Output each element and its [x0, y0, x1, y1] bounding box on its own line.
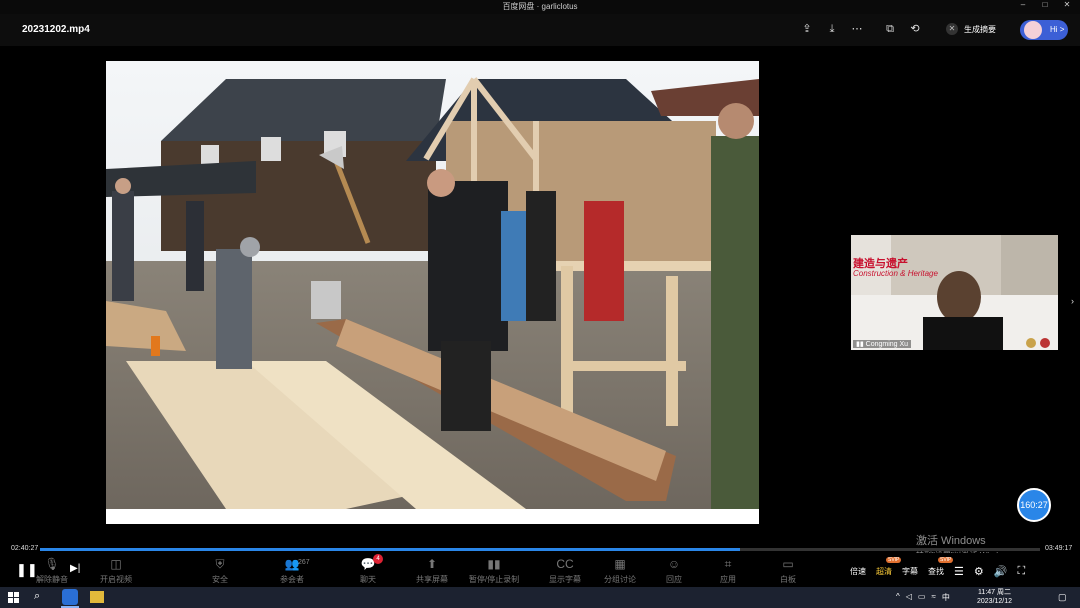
speaker-name: ▮▮ Congming Xu	[853, 340, 912, 348]
player-tool-label: 查找	[928, 567, 944, 576]
more-icon[interactable]: ⋯	[850, 22, 864, 36]
search-icon[interactable]: ⌕	[34, 590, 40, 603]
tool-participants[interactable]: 👥 参会者 267	[264, 557, 320, 585]
tool-breakout[interactable]: ▦ 分组讨论	[592, 557, 648, 585]
player-tool-label: 倍速	[850, 567, 866, 576]
list-icon[interactable]: ☰	[954, 565, 964, 578]
tool-label: 参会者	[280, 575, 304, 584]
tool-label: 回应	[666, 575, 682, 584]
speaker-name-text: Congming Xu	[865, 341, 909, 348]
player-tool-0[interactable]: 倍速	[850, 566, 866, 577]
tool-shield[interactable]: ⛨ 安全	[192, 557, 248, 585]
minimize-icon[interactable]: –	[1018, 0, 1028, 9]
notification-icon[interactable]: ▢	[1058, 592, 1067, 603]
record-icon: ▮▮	[487, 557, 501, 571]
progress-fill	[40, 548, 740, 551]
clock-time: 11:47 周二	[978, 589, 1011, 596]
rotate-icon[interactable]: ⟲	[908, 22, 922, 36]
progress-bar[interactable]	[40, 548, 1040, 551]
tool-chat[interactable]: 💬 聊天 4	[340, 554, 396, 585]
assistant-button[interactable]: Hi >	[1020, 20, 1068, 40]
volume-icon[interactable]: 🔊	[994, 565, 1008, 578]
volume-icon[interactable]: ◁	[906, 592, 912, 603]
tool-label: 共享屏幕	[416, 575, 448, 584]
speaker-tile[interactable]: 建造与遗产 Construction & Heritage ▮▮ Congmin…	[851, 235, 1058, 350]
tool-reactions[interactable]: ☺ 回应	[646, 557, 702, 585]
shield-icon: ⛨	[215, 557, 225, 571]
apps-icon: ⌗	[724, 557, 732, 571]
summary-label: 生成摘要	[964, 24, 996, 34]
chat-icon: 💬	[360, 557, 376, 571]
unread-badge: 4	[373, 554, 383, 564]
player-controls: ❚❚ ▶| 🎙 解除静音 ◫ 开启视频 ⛨ 安全 👥 参会者 267 💬 聊天 4 ⬆ 共享屏幕 ▮▮ 暂停/…	[0, 553, 1080, 587]
ime-language[interactable]: 中	[942, 592, 950, 603]
breakout-icon: ▦	[614, 557, 626, 571]
settings-icon[interactable]: ⚙	[974, 565, 984, 578]
tool-label: 解除静音	[36, 575, 68, 584]
baidu-netdisk-app-icon[interactable]	[62, 589, 78, 605]
tool-label: 白板	[780, 575, 796, 584]
activation-line1: 激活 Windows	[916, 535, 986, 547]
video-off-icon: ◫	[110, 557, 122, 571]
tool-label: 聊天	[360, 575, 376, 584]
close-icon[interactable]: ✕	[1062, 0, 1072, 9]
wifi-icon[interactable]: ≈	[931, 592, 935, 603]
window-title: 百度网盘 · garliclotus	[502, 2, 578, 11]
assistant-label: Hi >	[1050, 25, 1065, 34]
player-tool-3[interactable]: 查找 SVIP	[928, 557, 954, 577]
participant-count: 267	[298, 559, 310, 566]
player-tool-label: 超清	[876, 567, 892, 576]
taskbar-clock[interactable]: 11:47 周二 2023/12/12	[977, 588, 1012, 606]
banner-title-en: Construction & Heritage	[853, 269, 938, 278]
chevron-right-icon[interactable]: ›	[1071, 296, 1074, 306]
share-icon[interactable]: ⇪	[800, 22, 814, 36]
svip-badge: SVIP	[886, 557, 902, 563]
chevron-up-icon[interactable]: ^	[896, 592, 900, 603]
tool-mic-off[interactable]: 🎙 解除静音	[24, 557, 80, 585]
tool-share-screen[interactable]: ⬆ 共享屏幕	[404, 557, 460, 585]
tool-apps[interactable]: ⌗ 应用	[700, 557, 756, 585]
windows-taskbar: ⌕ ^ ◁ ▭ ≈ 中 11:47 周二 2023/12/12 ▢	[0, 587, 1080, 608]
tool-label: 暂停/停止录制	[468, 575, 520, 584]
tool-video-off[interactable]: ◫ 开启视频	[88, 557, 144, 585]
file-explorer-icon[interactable]	[90, 591, 104, 603]
pip-icon[interactable]: ⧉	[883, 22, 897, 36]
summary-button[interactable]: ✕ 生成摘要	[946, 23, 996, 35]
reactions-icon: ☺	[667, 557, 681, 571]
tool-cc[interactable]: CC 显示字幕	[537, 557, 593, 585]
tool-label: 安全	[212, 575, 228, 584]
tool-label: 分组讨论	[604, 575, 636, 584]
participants-icon: 👥	[284, 557, 300, 571]
total-time: 03:49:17	[1045, 545, 1073, 552]
title-bar: 百度网盘 · garliclotus – □ ✕	[0, 0, 1080, 14]
clock-date: 2023/12/12	[977, 598, 1013, 605]
video-filename: 20231202.mp4	[22, 24, 90, 35]
share-screen-icon: ⬆	[426, 557, 438, 571]
slide-photo	[106, 61, 759, 509]
windows-start-icon[interactable]	[8, 592, 19, 603]
player-tool-1[interactable]: 超清 SVIP	[876, 557, 902, 577]
tool-label: 显示字幕	[549, 575, 581, 584]
system-tray: ^ ◁ ▭ ≈ 中	[896, 592, 950, 603]
tool-label: 开启视频	[100, 575, 132, 584]
tool-record[interactable]: ▮▮ 暂停/停止录制	[466, 557, 522, 585]
player-header: 20231202.mp4 ⇪ ⤓ ⋯ ⧉ ⟲ ✕ 生成摘要	[0, 14, 1080, 46]
elapsed-time: 02:40:27	[11, 545, 39, 552]
cc-icon: CC	[556, 557, 574, 571]
download-icon[interactable]: ⤓	[825, 22, 839, 36]
player-tool-label: 字幕	[902, 567, 918, 576]
network-icon[interactable]: ▭	[918, 592, 926, 603]
timer-badge[interactable]: 160:27	[1017, 488, 1051, 522]
fullscreen-icon[interactable]: ⛶	[1017, 565, 1025, 578]
maximize-icon[interactable]: □	[1040, 0, 1050, 9]
svip-badge: SVIP	[938, 557, 954, 563]
assistant-avatar-icon	[1024, 21, 1042, 39]
signal-icon: ▮▮	[856, 341, 866, 348]
tool-whiteboard[interactable]: ▭ 白板	[760, 557, 816, 585]
whiteboard-icon: ▭	[782, 557, 794, 571]
player-tool-2[interactable]: 字幕	[902, 566, 918, 577]
mic-off-icon: 🎙	[44, 557, 60, 571]
close-summary-icon[interactable]: ✕	[946, 23, 958, 35]
tool-label: 应用	[720, 575, 736, 584]
